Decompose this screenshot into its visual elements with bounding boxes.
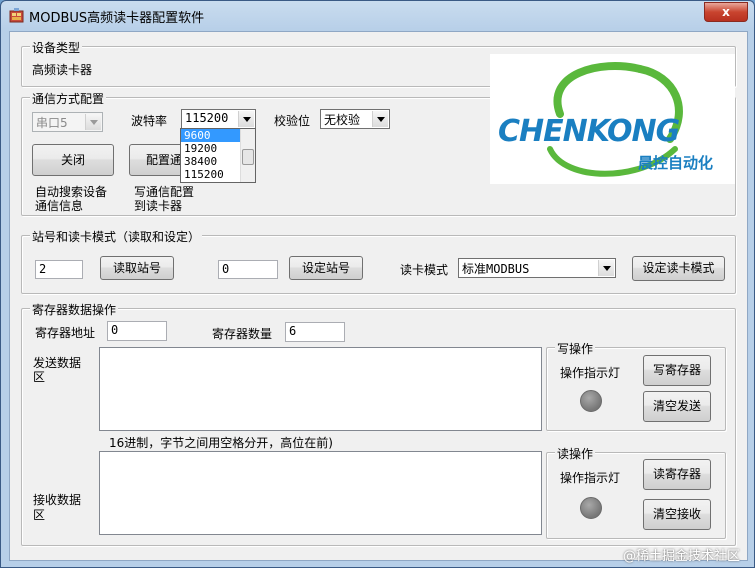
close-window-button[interactable]: x bbox=[704, 2, 748, 22]
receive-data-textarea[interactable] bbox=[99, 451, 542, 535]
chevron-down-icon bbox=[598, 260, 614, 276]
read-indicator-label: 操作指示灯 bbox=[560, 471, 621, 485]
scroll-thumb[interactable] bbox=[242, 149, 254, 165]
company-logo: CHENKONG 晨控自动化 bbox=[490, 54, 735, 184]
register-address-input[interactable]: 0 bbox=[107, 321, 167, 341]
send-data-textarea[interactable] bbox=[99, 347, 542, 431]
serial-port-select[interactable]: 串口5 bbox=[32, 112, 103, 132]
title-bar[interactable]: MODBUS高频读卡器配置软件 x bbox=[1, 1, 754, 31]
read-indicator-led-icon bbox=[580, 497, 602, 519]
app-window: MODBUS高频读卡器配置软件 x 设备类型 高频读卡器 通信方式配置 串口5 … bbox=[0, 0, 755, 568]
parity-select[interactable]: 无校验 bbox=[320, 109, 390, 129]
read-mode-select[interactable]: 标准MODBUS bbox=[458, 258, 616, 278]
window-title: MODBUS高频读卡器配置软件 bbox=[29, 11, 205, 26]
baud-rate-value: 115200 bbox=[185, 111, 229, 125]
comm-config-legend: 通信方式配置 bbox=[30, 90, 107, 107]
parity-label: 校验位 bbox=[274, 114, 311, 128]
app-icon bbox=[9, 8, 24, 23]
parity-value: 无校验 bbox=[324, 113, 361, 127]
baud-option[interactable]: 9600 bbox=[181, 129, 240, 142]
write-op-group: 写操作 操作指示灯 写寄存器 清空发送 bbox=[546, 340, 726, 431]
write-indicator-label: 操作指示灯 bbox=[560, 366, 621, 380]
set-read-mode-button[interactable]: 设定读卡模式 bbox=[632, 256, 725, 281]
register-count-label: 寄存器数量 bbox=[212, 327, 273, 341]
write-register-button[interactable]: 写寄存器 bbox=[643, 355, 711, 386]
set-station-input[interactable]: 0 bbox=[218, 260, 278, 279]
logo-subtext: 晨控自动化 bbox=[638, 154, 714, 172]
baud-rate-select[interactable]: 115200 bbox=[181, 109, 256, 129]
baud-rate-dropdown-list[interactable]: 9600 19200 38400 115200 bbox=[180, 128, 256, 183]
set-station-button[interactable]: 设定站号 bbox=[289, 256, 363, 280]
device-type-value: 高频读卡器 bbox=[32, 63, 93, 77]
chevron-down-icon bbox=[372, 111, 388, 127]
read-mode-value: 标准MODBUS bbox=[462, 262, 530, 276]
write-config-note-line2: 到读卡器 bbox=[134, 199, 183, 213]
close-port-button[interactable]: 关闭 bbox=[32, 144, 114, 176]
read-op-group: 读操作 操作指示灯 读寄存器 清空接收 bbox=[546, 445, 726, 539]
dropdown-scrollbar[interactable] bbox=[240, 129, 255, 182]
write-indicator-led-icon bbox=[580, 390, 602, 412]
write-op-legend: 写操作 bbox=[555, 340, 596, 357]
read-op-legend: 读操作 bbox=[555, 445, 596, 462]
register-legend: 寄存器数据操作 bbox=[30, 301, 119, 318]
read-register-button[interactable]: 读寄存器 bbox=[643, 459, 711, 490]
station-mode-legend: 站号和读卡模式（读取和设定） bbox=[30, 228, 203, 245]
auto-search-note-line2: 通信信息 bbox=[35, 199, 84, 213]
register-address-label: 寄存器地址 bbox=[35, 326, 96, 340]
send-data-label-line2: 区 bbox=[33, 370, 46, 384]
register-group: 寄存器数据操作 寄存器地址 0 寄存器数量 6 发送数据 区 16进制，字节之间… bbox=[21, 301, 736, 546]
station-mode-group: 站号和读卡模式（读取和设定） 2 读取站号 0 设定站号 读卡模式 标准MODB… bbox=[21, 228, 736, 294]
serial-port-value: 串口5 bbox=[36, 116, 68, 130]
read-mode-label: 读卡模式 bbox=[400, 263, 449, 277]
client-area: 设备类型 高频读卡器 通信方式配置 串口5 波特率 115200 校验位 无校验… bbox=[9, 31, 748, 561]
clear-receive-button[interactable]: 清空接收 bbox=[643, 499, 711, 530]
device-type-legend: 设备类型 bbox=[30, 39, 83, 56]
chevron-down-icon bbox=[85, 114, 101, 130]
logo-text: CHENKONG bbox=[498, 114, 680, 149]
chevron-down-icon bbox=[238, 111, 254, 127]
register-count-input[interactable]: 6 bbox=[285, 322, 345, 342]
hex-format-hint: 16进制，字节之间用空格分开，高位在前) bbox=[109, 436, 333, 450]
read-station-button[interactable]: 读取站号 bbox=[100, 256, 174, 280]
read-station-input[interactable]: 2 bbox=[35, 260, 83, 279]
baud-rate-label: 波特率 bbox=[131, 114, 168, 128]
watermark-text: @稀土掘金技术社区 bbox=[622, 549, 740, 564]
receive-data-label-line2: 区 bbox=[33, 508, 46, 522]
clear-send-button[interactable]: 清空发送 bbox=[643, 391, 711, 422]
